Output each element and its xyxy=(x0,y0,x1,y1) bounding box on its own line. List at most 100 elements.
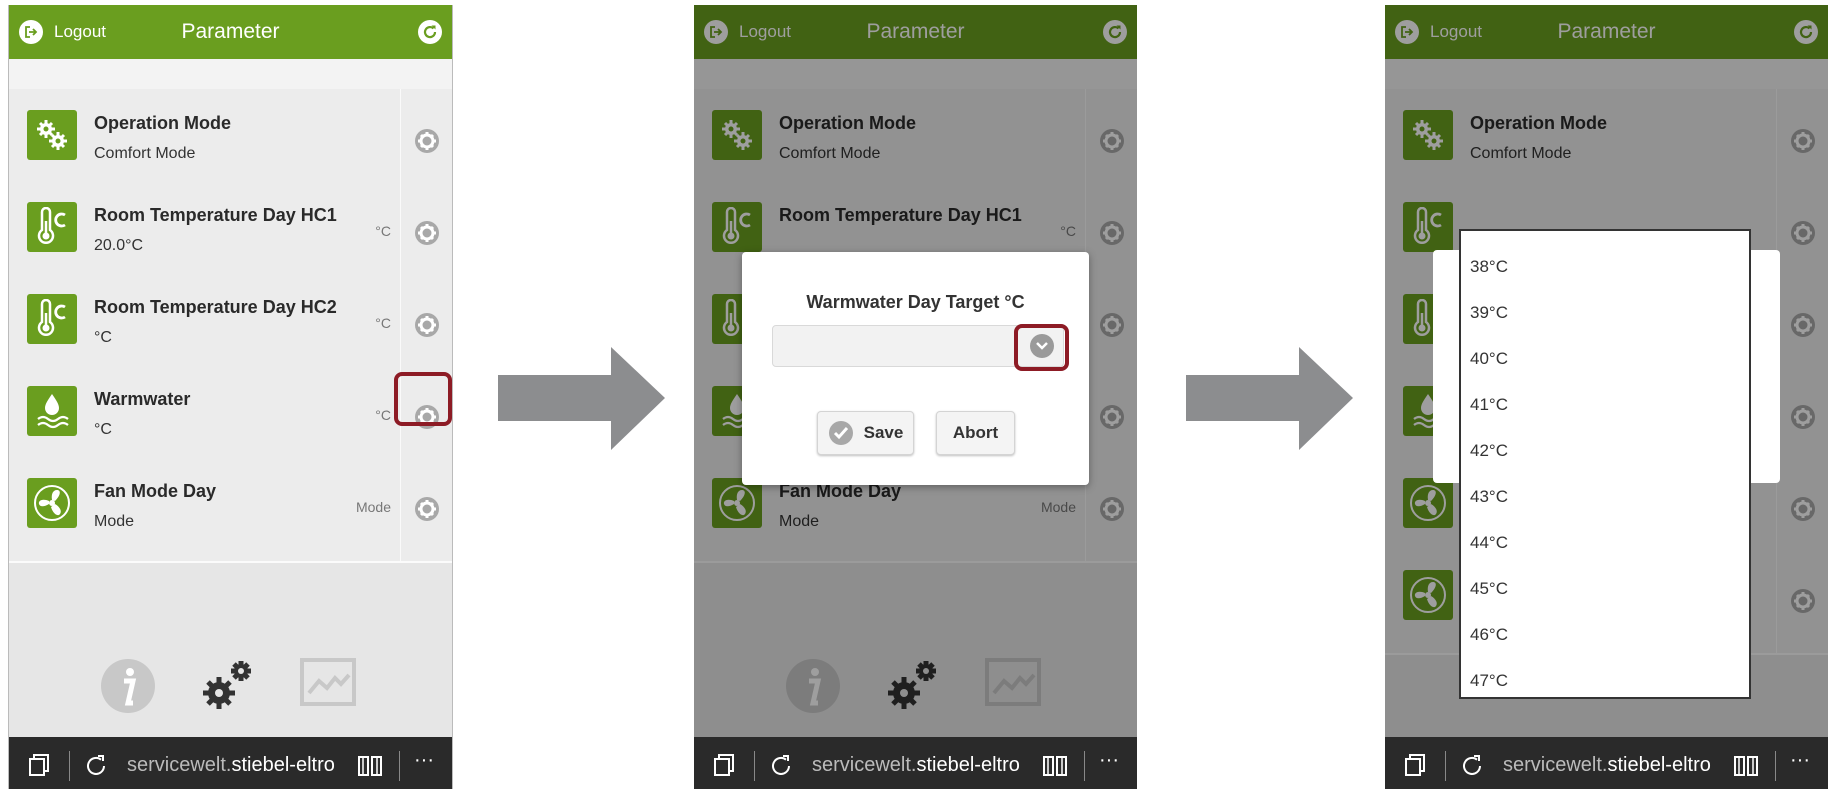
settings-gears-icon[interactable] xyxy=(197,657,261,715)
divider xyxy=(1445,751,1446,781)
row-settings-button[interactable] xyxy=(400,457,452,561)
divider xyxy=(69,751,70,781)
chart-icon[interactable] xyxy=(299,657,357,707)
browser-bar: servicewelt.stiebel-eltro ··· xyxy=(1385,737,1828,789)
water-drop-icon xyxy=(27,386,77,436)
tabs-icon[interactable] xyxy=(1403,753,1427,777)
dropdown-option[interactable]: 39°C xyxy=(1470,303,1508,323)
row-value: Comfort Mode xyxy=(94,145,196,162)
url-prefix: servicewelt. xyxy=(127,754,232,776)
check-icon xyxy=(828,421,853,445)
divider xyxy=(1775,751,1776,781)
reading-view-icon[interactable] xyxy=(356,753,384,779)
highlight-marker xyxy=(394,372,452,426)
arrow-right-icon xyxy=(1186,347,1353,450)
gear-icon xyxy=(415,313,439,337)
row-unit: °C xyxy=(375,407,391,423)
url-host: stiebel-eltro xyxy=(231,754,335,776)
url-host: stiebel-eltro xyxy=(1607,754,1711,776)
thermometer-c-icon xyxy=(27,294,77,344)
divider xyxy=(1084,751,1085,781)
row-title: Room Temperature Day HC1 xyxy=(94,205,337,225)
more-button[interactable]: ··· xyxy=(1099,749,1119,772)
url-prefix: servicewelt. xyxy=(812,754,917,776)
tabs-icon[interactable] xyxy=(712,753,736,777)
row-title: Room Temperature Day HC2 xyxy=(94,297,337,317)
row-unit: Mode xyxy=(355,499,391,515)
reading-view-icon[interactable] xyxy=(1041,753,1069,779)
refresh-icon[interactable] xyxy=(418,20,442,44)
dialog-title: Warmwater Day Target °C xyxy=(806,292,1025,312)
row-value: 20.0°C xyxy=(94,237,144,254)
row-content: Room Temperature Day HC2 °C °C xyxy=(9,273,399,377)
list-item[interactable]: Warmwater °C °C xyxy=(9,365,452,471)
abort-label: Abort xyxy=(952,423,999,442)
row-settings-button[interactable] xyxy=(400,89,452,193)
row-value: °C xyxy=(94,421,112,438)
list-item[interactable]: Fan Mode Day Mode Mode xyxy=(9,457,452,563)
row-value: °C xyxy=(94,329,112,346)
list-item[interactable]: Operation Mode Comfort Mode xyxy=(9,89,452,195)
row-content: Operation Mode Comfort Mode xyxy=(9,89,399,193)
app-header: Logout Parameter xyxy=(9,5,452,59)
reading-view-icon[interactable] xyxy=(1732,753,1760,779)
fan-icon xyxy=(27,478,77,528)
dropdown-option[interactable]: 45°C xyxy=(1470,579,1508,599)
arrow-right-icon xyxy=(498,347,665,450)
more-button[interactable]: ··· xyxy=(1790,749,1810,772)
url-host: stiebel-eltro xyxy=(916,754,1020,776)
row-content: Fan Mode Day Mode Mode xyxy=(9,457,399,561)
parameter-list: Operation Mode Comfort Mode Room Tempera… xyxy=(9,89,452,639)
list-item[interactable]: Room Temperature Day HC1 20.0°C °C xyxy=(9,181,452,287)
save-button[interactable]: Save xyxy=(817,411,914,455)
thermometer-c-icon xyxy=(27,202,77,252)
row-content: Room Temperature Day HC1 20.0°C °C xyxy=(9,181,399,285)
reload-icon[interactable] xyxy=(768,753,794,779)
row-content: Warmwater °C °C xyxy=(9,365,399,469)
info-icon[interactable] xyxy=(99,657,157,715)
more-button[interactable]: ··· xyxy=(414,749,434,772)
url-prefix: servicewelt. xyxy=(1503,754,1608,776)
dropdown-option[interactable]: 38°C xyxy=(1470,257,1508,277)
divider xyxy=(399,751,400,781)
row-title: Fan Mode Day xyxy=(94,481,217,501)
abort-button[interactable]: Abort xyxy=(936,411,1015,455)
gear-icon xyxy=(415,497,439,521)
row-unit: °C xyxy=(375,315,391,331)
browser-bar: servicewelt.stiebel-eltro ··· xyxy=(694,737,1137,789)
divider xyxy=(754,751,755,781)
address-bar[interactable]: servicewelt.stiebel-eltro xyxy=(127,754,335,777)
browser-bar: servicewelt.stiebel-eltro ··· xyxy=(9,737,452,789)
sub-header-bar xyxy=(9,59,452,89)
phone-screen-2: Logout Parameter Operation Mode Comfort … xyxy=(694,5,1137,789)
dropdown-option[interactable]: 46°C xyxy=(1470,625,1508,645)
reload-icon[interactable] xyxy=(1459,753,1485,779)
row-settings-button[interactable] xyxy=(400,181,452,285)
row-unit: °C xyxy=(375,223,391,239)
phone-screen-1: Logout Parameter Operation Mode Comfort … xyxy=(8,5,453,789)
row-settings-button[interactable] xyxy=(400,273,452,377)
row-value: Mode xyxy=(94,513,135,530)
highlight-marker xyxy=(1014,324,1069,371)
gears-icon xyxy=(27,110,77,160)
row-title: Operation Mode xyxy=(94,113,232,133)
dropdown-option[interactable]: 40°C xyxy=(1470,349,1508,369)
bottom-nav xyxy=(9,639,452,737)
dropdown-option[interactable]: 42°C xyxy=(1470,441,1508,461)
dropdown-option[interactable]: 44°C xyxy=(1470,533,1508,553)
gear-icon xyxy=(415,221,439,245)
dropdown-option[interactable]: 41°C xyxy=(1470,395,1508,415)
gear-icon xyxy=(415,129,439,153)
list-item[interactable]: Room Temperature Day HC2 °C °C xyxy=(9,273,452,379)
value-dialog: Warmwater Day Target °C Save Abort xyxy=(742,252,1089,485)
temperature-dropdown-list[interactable]: 38°C 39°C 40°C 41°C 42°C 43°C 44°C 45°C … xyxy=(1459,229,1751,699)
address-bar[interactable]: servicewelt.stiebel-eltro xyxy=(812,754,1020,777)
reload-icon[interactable] xyxy=(83,753,109,779)
page-title: Parameter xyxy=(181,20,280,43)
dropdown-option[interactable]: 47°C xyxy=(1470,671,1508,691)
tabs-icon[interactable] xyxy=(27,753,51,777)
address-bar[interactable]: servicewelt.stiebel-eltro xyxy=(1503,754,1711,777)
dropdown-option[interactable]: 43°C xyxy=(1470,487,1508,507)
save-label: Save xyxy=(863,423,904,442)
row-title: Warmwater xyxy=(94,389,191,409)
